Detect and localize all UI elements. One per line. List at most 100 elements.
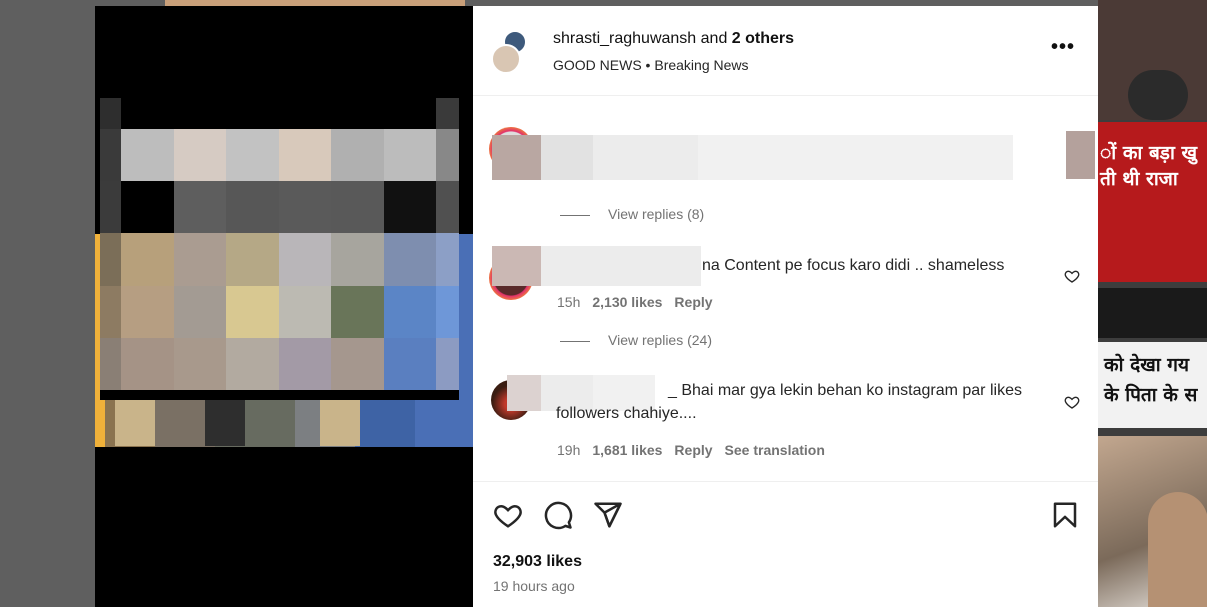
redacted-block [541,135,593,180]
mosaic-cell [384,233,436,286]
more-options-icon[interactable]: ••• [1051,36,1075,59]
mosaic-cell [279,129,331,181]
mosaic-cell [331,286,384,338]
redacted-block [492,246,541,286]
post-likes-count[interactable]: 32,903 likes [493,553,582,571]
mosaic-cell [174,338,226,390]
mosaic-cell [384,98,436,129]
comment-time: 15h [557,294,581,310]
mosaic-cell [436,98,459,129]
mosaic-cell [384,181,436,233]
like-comment-heart-icon[interactable] [1064,268,1080,284]
comment-icon[interactable] [543,500,573,530]
mosaic-cell [436,181,459,233]
comment-meta: 19h 1,681 likes Reply See translation [557,442,837,458]
post-audio-label[interactable]: GOOD NEWS • Breaking News [553,57,749,73]
comment-text: na Content pe focus karo didi .. shamele… [702,257,1005,274]
post-timestamp: 19 hours ago [493,578,575,594]
mosaic-cell [121,286,174,338]
mosaic-cell [384,390,436,400]
mosaic-cell [121,390,174,400]
mosaic-cell [384,129,436,181]
mosaic-cell [174,181,226,233]
mosaic-cell [121,129,174,181]
mosaic-cell [436,338,459,390]
redacted-block [593,135,698,180]
redacted-block [1066,131,1095,179]
avatar [491,44,521,74]
background-feed: ों का बड़ा खु ती थी राजा को देखा गय के पित… [1098,0,1207,607]
view-replies-label: View replies (24) [608,332,713,348]
comments-list[interactable]: View replies (8) na Content pe focus kar… [473,97,1098,481]
post-author[interactable]: shrasti_raghuwansh and 2 others [553,30,794,48]
mosaic-cell [121,181,174,233]
comment-likes[interactable]: 2,130 likes [592,294,662,310]
mosaic-cell [226,181,279,233]
mosaic-cell [279,233,331,286]
mosaic-cell [331,233,384,286]
mosaic-cell [226,390,279,400]
view-replies-label: View replies (8) [608,206,705,222]
post-media[interactable] [95,6,473,607]
mosaic-cell [121,338,174,390]
mosaic-cell [121,233,174,286]
mosaic-cell [331,390,384,400]
news-banner-text: ों का बड़ा खु ती थी राजा [1100,142,1198,190]
post-header: shrasti_raghuwansh and 2 others GOOD NEW… [473,6,1098,96]
mosaic-cell [226,233,279,286]
redacted-block [507,375,541,411]
comment-likes[interactable]: 1,681 likes [592,442,662,458]
person-image [1148,492,1207,607]
collab-avatars[interactable] [491,28,527,74]
mosaic-cell [331,338,384,390]
heart-icon[interactable] [493,500,523,530]
username-link[interactable]: shrasti_raghuwansh [553,30,696,47]
redacted-block [492,135,541,180]
mosaic-cell [100,233,121,286]
mosaic-cell [121,98,174,129]
mosaic-cell [100,338,121,390]
mosaic-cell [174,390,226,400]
mosaic-cell [279,181,331,233]
mosaic-cell [279,286,331,338]
mosaic-cell [436,390,459,400]
mosaic-cell [331,129,384,181]
reply-button[interactable]: Reply [674,294,712,310]
reply-button[interactable]: Reply [674,442,712,458]
connector-text: and [696,30,732,47]
see-translation-link[interactable]: See translation [725,442,825,458]
mosaic-cell [100,129,121,181]
post-actions: 32,903 likes 19 hours ago [473,481,1098,607]
mosaic-cell [174,98,226,129]
pixelated-overlay [100,98,459,400]
post-panel: shrasti_raghuwansh and 2 others GOOD NEW… [473,6,1098,607]
mosaic-cell [331,181,384,233]
mosaic-cell [174,129,226,181]
mosaic-cell [100,390,121,400]
redacted-block [541,246,701,286]
mosaic-cell [436,233,459,286]
mosaic-cell [279,390,331,400]
comment-text: _ Bhai mar gya lekin behan ko instagram … [556,382,1022,422]
mosaic-cell [226,338,279,390]
mosaic-cell [331,98,384,129]
mosaic-cell [226,98,279,129]
mosaic-cell [100,181,121,233]
mosaic-cell [436,286,459,338]
divider [1098,288,1207,338]
comment-time: 19h [557,442,581,458]
view-replies-link[interactable]: View replies (24) [560,332,712,348]
mosaic-cell [384,286,436,338]
mosaic-cell [174,233,226,286]
view-replies-link[interactable]: View replies (8) [560,206,704,222]
others-link[interactable]: 2 others [732,30,794,47]
comment-meta: 15h 2,130 likes Reply [557,294,725,310]
like-comment-heart-icon[interactable] [1064,394,1080,410]
mosaic-cell [384,338,436,390]
bookmark-icon[interactable] [1050,500,1080,530]
redacted-block [698,135,1013,180]
send-icon[interactable] [593,500,623,530]
mosaic-cell [226,129,279,181]
news-caption-text: को देखा गय के पिता के स [1104,354,1198,406]
mosaic-cell [226,286,279,338]
